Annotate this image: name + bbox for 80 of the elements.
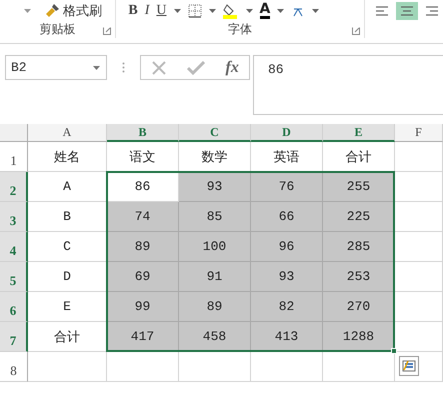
table-cell: 89 [107, 232, 179, 262]
group-label: 剪贴板 [40, 21, 76, 38]
underline-button[interactable]: U [156, 2, 166, 18]
table-cell: 74 [107, 202, 179, 232]
caret-icon[interactable] [312, 8, 320, 12]
row-header[interactable]: 6 [0, 292, 28, 322]
table-cell: 417 [107, 322, 179, 352]
column-header[interactable]: F [395, 124, 443, 142]
bold-button[interactable]: B [128, 2, 138, 18]
check-icon[interactable] [187, 60, 206, 74]
table-cell: 255 [323, 172, 395, 202]
font-color-button[interactable]: A [260, 2, 270, 18]
align-center-icon [400, 5, 414, 17]
fill-handle[interactable] [391, 348, 397, 354]
row-header[interactable]: 7 [0, 322, 28, 352]
table-cell [251, 352, 323, 382]
row-header[interactable]: 8 [0, 352, 28, 382]
italic-button[interactable]: I [144, 2, 150, 18]
table-cell: 76 [251, 172, 323, 202]
table-cell [395, 172, 443, 202]
insert-function-button[interactable]: fx [226, 58, 239, 76]
table-cell: 91 [179, 262, 251, 292]
table-cell: 1288 [323, 322, 395, 352]
dialog-launcher-icon[interactable] [103, 27, 112, 35]
name-box[interactable]: B2 [5, 55, 107, 80]
group-label: 字体 [228, 21, 252, 38]
table-cell: 225 [323, 202, 395, 232]
row-header[interactable]: 4 [0, 232, 28, 262]
table-cell [395, 292, 443, 322]
column-header[interactable]: A [28, 124, 107, 142]
caret-icon[interactable] [24, 8, 31, 12]
table-cell: 270 [323, 292, 395, 322]
grip-icon [122, 62, 125, 73]
table-cell [107, 352, 179, 382]
caret-icon[interactable] [174, 8, 180, 12]
column-header[interactable]: C [179, 124, 251, 142]
format-painter-button[interactable]: 格式刷 [45, 2, 102, 20]
fill-color-icon[interactable] [222, 2, 238, 18]
table-cell: 253 [323, 262, 395, 292]
row-header[interactable]: 3 [0, 202, 28, 232]
table-cell: 89 [179, 292, 251, 322]
row-header[interactable]: 2 [0, 172, 28, 202]
table-cell [395, 142, 443, 172]
table-cell [395, 202, 443, 232]
caret-icon[interactable] [93, 66, 100, 70]
table-cell [179, 352, 251, 382]
table-cell [323, 352, 395, 382]
table-cell: 姓名 [28, 142, 107, 172]
table-cell: 93 [251, 262, 323, 292]
row-header[interactable]: 5 [0, 262, 28, 292]
table-cell: 285 [323, 232, 395, 262]
align-button[interactable] [396, 2, 418, 20]
align-right-icon [425, 5, 439, 17]
formula-input[interactable]: 86 [253, 55, 443, 115]
brush-icon [45, 3, 61, 18]
table-cell: 96 [251, 232, 323, 262]
row-header[interactable]: 1 [0, 142, 28, 172]
table-cell: 413 [251, 322, 323, 352]
table-cell: 458 [179, 322, 251, 352]
caret-icon[interactable] [277, 8, 284, 12]
caret-icon[interactable] [246, 8, 252, 12]
column-header[interactable]: E [323, 124, 395, 142]
table-cell: 66 [251, 202, 323, 232]
table-cell: 86 [107, 172, 179, 202]
table-cell [395, 262, 443, 292]
table-cell: 99 [107, 292, 179, 322]
borders-icon[interactable] [188, 4, 202, 18]
caret-icon[interactable] [208, 8, 216, 12]
column-header[interactable]: B [107, 124, 179, 142]
table-cell: 93 [179, 172, 251, 202]
table-cell: 82 [251, 292, 323, 322]
table-cell: 69 [107, 262, 179, 292]
table-cell [395, 232, 443, 262]
align-left-icon [375, 5, 389, 17]
quick-analysis-icon[interactable] [399, 356, 419, 376]
table-cell: 85 [179, 202, 251, 232]
dialog-launcher-icon[interactable] [352, 27, 360, 35]
column-header[interactable]: D [251, 124, 323, 142]
table-cell [395, 322, 443, 352]
table-cell: 100 [179, 232, 251, 262]
